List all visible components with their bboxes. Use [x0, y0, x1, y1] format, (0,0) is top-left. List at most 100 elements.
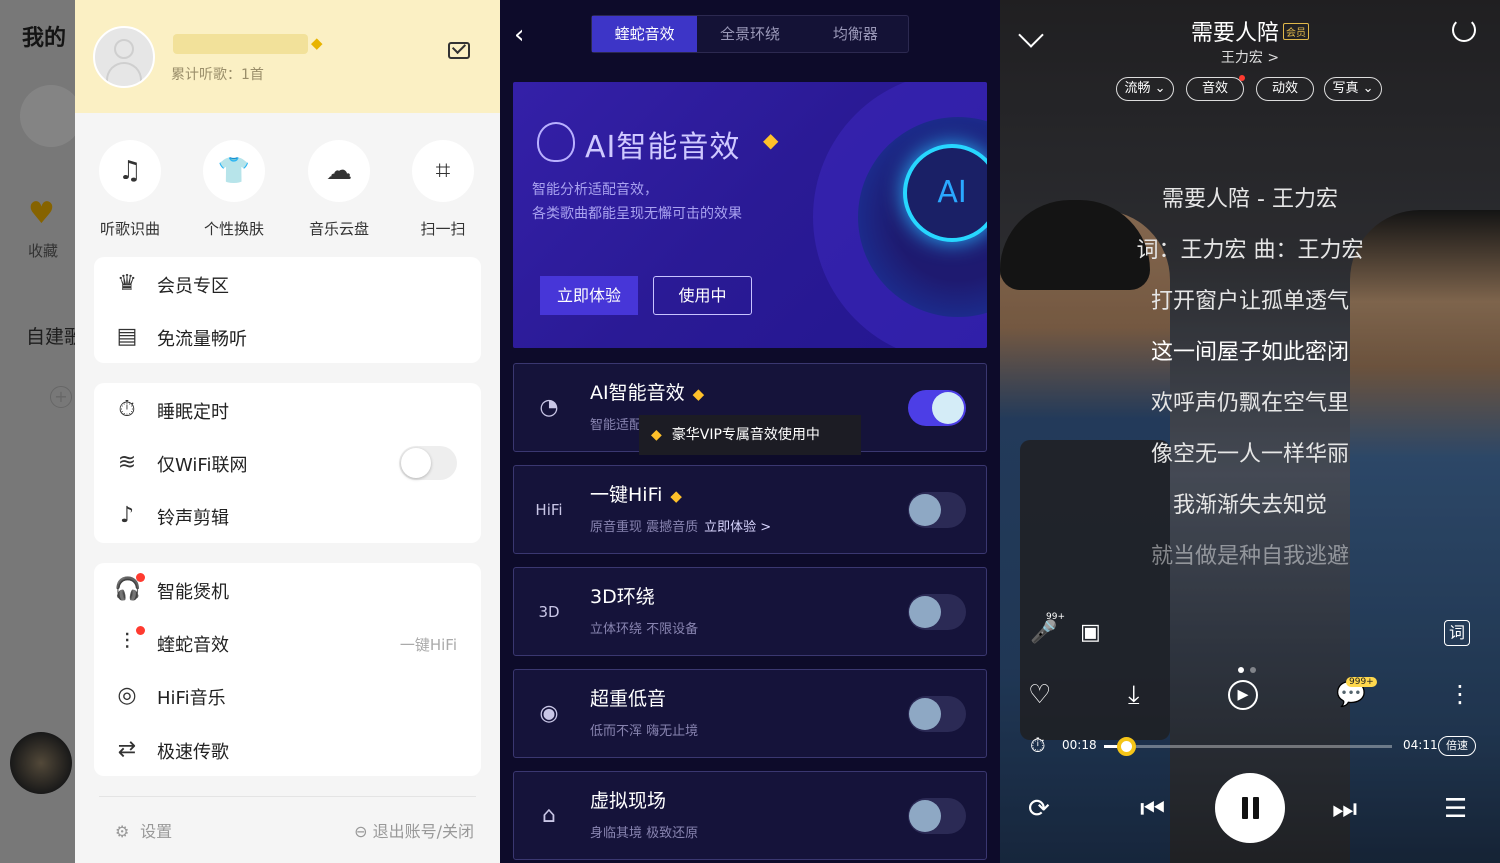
card-audio: 🎧 智能煲机 ⫶ 蝰蛇音效 一键HiFi ◎ HiFi音乐 ⇄ 极速传歌: [94, 563, 481, 776]
menu-row-group3-0[interactable]: 🎧 智能煲机: [94, 563, 481, 616]
profile-drawer-panel: 我的 ♥ 收藏 自建歌 + ◆ 累计听歌：1首 ♫ 听歌识曲 👕 个性换肤 ☁ 音乐云盘 ⌗…: [0, 0, 500, 863]
menu-row-group2-2[interactable]: ♪ 铃声剪辑: [94, 489, 481, 542]
menu-row-group3-1[interactable]: ⫶ 蝰蛇音效 一键HiFi: [94, 616, 481, 669]
tshirt-icon: 👕: [203, 140, 265, 202]
tab-1[interactable]: 全景环绕: [697, 16, 802, 52]
effect-item-4[interactable]: ⌂ 虚拟现场身临其境 极致还原: [513, 771, 987, 860]
toggle-knob: [932, 392, 964, 424]
player-chip-0[interactable]: 流畅 ⌄: [1116, 77, 1174, 101]
quick-action-0[interactable]: ♫ 听歌识曲: [75, 140, 185, 239]
effect-title: AI智能音效: [590, 382, 685, 404]
mail-icon[interactable]: [448, 42, 470, 59]
pause-bar-right: [1253, 797, 1259, 819]
quick-action-label: 扫一扫: [420, 220, 466, 238]
previous-track-icon[interactable]: ⏮: [1140, 792, 1165, 826]
ai-brain-icon: [537, 122, 575, 162]
effect-toggle[interactable]: [908, 798, 966, 834]
effect-toggle[interactable]: [908, 492, 966, 528]
menu-row-group3-3[interactable]: ⇄ 极速传歌: [94, 723, 481, 776]
data-free-icon: ▤: [116, 324, 138, 349]
notification-dot: [136, 573, 145, 582]
drawer-overlay[interactable]: [0, 0, 75, 863]
effect-try-link[interactable]: 立即体验 >: [704, 520, 771, 535]
hifi-icon: HiFi: [535, 501, 563, 519]
share-icon[interactable]: [1452, 18, 1476, 42]
vip-diamond-icon: ◆: [311, 34, 323, 52]
photo-dim-overlay: [1000, 0, 1500, 863]
banner-title: AI智能音效: [585, 130, 741, 165]
effect-title-wrap: 超重低音: [590, 684, 666, 711]
exit-button[interactable]: ⊖ 退出账号/关闭: [354, 818, 474, 842]
page-dot-1: [1238, 667, 1244, 673]
effect-subtitle-wrap: 身临其境 极致还原: [590, 822, 698, 841]
settings-button[interactable]: ⚙ 设置: [115, 818, 172, 842]
song-title-text: 需要人陪: [1190, 21, 1279, 46]
back-arrow-icon[interactable]: ‹: [514, 20, 524, 50]
quick-action-1[interactable]: 👕 个性换肤: [179, 140, 289, 239]
toggle-knob: [909, 800, 941, 832]
effect-item-1[interactable]: HiFi 一键HiFi ◆ 原音重现 震撼音质 立即体验 >: [513, 465, 987, 554]
sing-badge: 99+: [1046, 612, 1065, 622]
effect-title: 一键HiFi: [590, 484, 663, 506]
menu-row-group2-0[interactable]: ⏱ 睡眠定时: [94, 383, 481, 436]
wifi-only-toggle[interactable]: [399, 446, 457, 480]
progress-thumb[interactable]: [1116, 737, 1136, 756]
lyric-toggle-button[interactable]: 词: [1444, 620, 1470, 646]
tab-2[interactable]: 均衡器: [803, 16, 908, 52]
pause-button[interactable]: [1215, 773, 1285, 843]
tooltip-text: 豪华VIP专属音效使用中: [671, 427, 820, 443]
in-use-button[interactable]: 使用中: [653, 276, 752, 315]
effect-title: 虚拟现场: [590, 790, 667, 812]
effect-toggle[interactable]: [908, 594, 966, 630]
sleep-timer-icon[interactable]: ⏱: [1030, 733, 1046, 757]
menu-row-group3-2[interactable]: ◎ HiFi音乐: [94, 669, 481, 722]
quick-action-2[interactable]: ☁ 音乐云盘: [284, 140, 394, 239]
lyric-line: 像空无一人一样华丽: [1150, 442, 1349, 467]
sofa-icon: ⌂: [542, 803, 556, 828]
sing-mic-icon[interactable]: 🎤: [1030, 620, 1057, 645]
effect-toggle[interactable]: [908, 696, 966, 732]
download-icon[interactable]: ⤓: [1128, 680, 1140, 711]
transfer-icon: ⇄: [117, 737, 137, 762]
menu-row-label: 蝰蛇音效: [157, 635, 229, 656]
effect-item-3[interactable]: ◉ 超重低音 低而不浑 嗨无止境: [513, 669, 987, 758]
like-heart-icon[interactable]: ♡: [1028, 680, 1051, 710]
player-chip-3[interactable]: 写真 ⌄: [1324, 77, 1382, 101]
lyric-line: 词：王力宏 曲：王力宏: [1136, 238, 1364, 263]
menu-row-group2-1[interactable]: ≋ 仅WiFi联网: [94, 436, 481, 489]
quick-action-3[interactable]: ⌗ 扫一扫: [388, 140, 498, 239]
quick-action-label: 个性换肤: [203, 220, 264, 238]
progress-bar[interactable]: [1104, 737, 1392, 756]
vip-diamond-icon: ◆: [763, 128, 779, 152]
try-now-button[interactable]: 立即体验: [540, 276, 638, 315]
vip-diamond-icon: ◆: [651, 427, 662, 443]
profile-header[interactable]: ◆ 累计听歌：1首: [75, 0, 500, 113]
poster-icon[interactable]: ▣: [1080, 620, 1101, 645]
menu-row-label: 仅WiFi联网: [157, 455, 248, 476]
pause-bar-left: [1242, 797, 1248, 819]
menu-row-group1-1[interactable]: ▤ 免流量畅听: [94, 310, 481, 363]
toggle-knob: [909, 596, 941, 628]
card-membership: ♛ 会员专区 ▤ 免流量畅听: [94, 257, 481, 363]
banner-desc-2: 各类歌曲都能呈现无懈可击的效果: [532, 206, 742, 222]
effect-subtitle-wrap: 立体环绕 不限设备: [590, 618, 698, 637]
comment-badge: 999+: [1346, 677, 1377, 687]
effect-toggle[interactable]: [908, 390, 966, 426]
player-chip-2[interactable]: 动效: [1256, 77, 1314, 101]
menu-row-group1-0[interactable]: ♛ 会员专区: [94, 257, 481, 310]
total-time: 04:11: [1403, 738, 1438, 752]
tab-0[interactable]: 蝰蛇音效: [592, 16, 698, 52]
playlist-icon[interactable]: ☰: [1444, 794, 1467, 824]
repeat-icon[interactable]: ⟳: [1028, 794, 1050, 824]
effect-subtitle: 身临其境 极致还原: [590, 826, 699, 841]
video-play-icon[interactable]: ▸: [1228, 680, 1258, 710]
toggle-knob: [401, 448, 431, 478]
player-chip-1[interactable]: 音效: [1186, 75, 1245, 101]
effect-item-2[interactable]: 3D 3D环绕 立体环绕 不限设备: [513, 567, 987, 656]
speed-button[interactable]: 倍速: [1438, 736, 1476, 756]
next-track-icon[interactable]: ⏭: [1332, 792, 1357, 826]
artist-link[interactable]: 王力宏 >: [1000, 47, 1500, 67]
more-menu-icon[interactable]: ⋮: [1448, 680, 1472, 708]
user-avatar[interactable]: [93, 26, 155, 88]
menu-row-label: 睡眠定时: [157, 402, 229, 423]
